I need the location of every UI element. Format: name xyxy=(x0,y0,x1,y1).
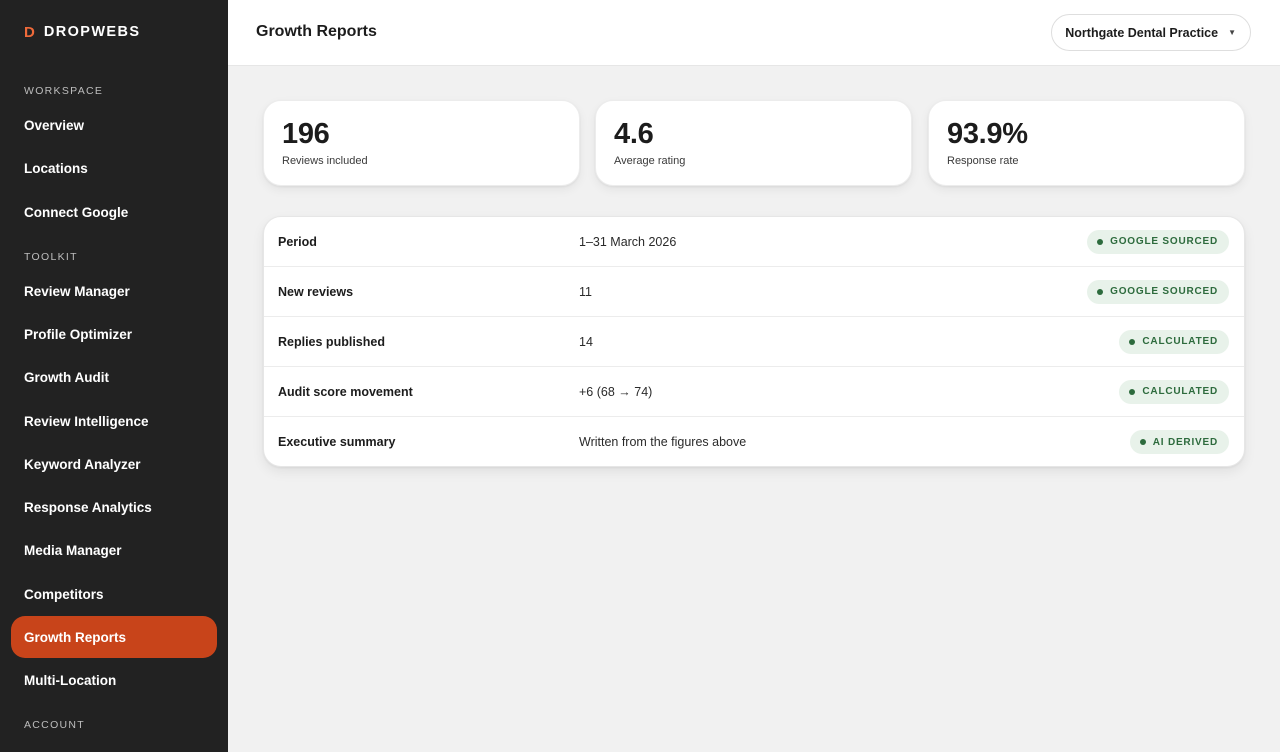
report-table: Period 1–31 March 2026 GOOGLE SOURCED Ne… xyxy=(263,216,1245,467)
row-value: Written from the figures above xyxy=(579,435,747,449)
row-value: 1–31 March 2026 xyxy=(579,234,677,249)
stat-card-reviews-included: 196 Reviews included xyxy=(263,100,580,186)
row-label: Replies published xyxy=(278,334,385,349)
sidebar-item-growth-audit[interactable]: Growth Audit xyxy=(11,356,217,398)
brand-mark: D xyxy=(24,23,35,41)
badge-label: GOOGLE SOURCED xyxy=(1110,236,1218,247)
page-title: Growth Reports xyxy=(256,23,377,40)
row-label: Executive summary xyxy=(278,435,396,449)
stat-card-average-rating: 4.6 Average rating xyxy=(595,100,912,186)
sidebar: D DROPWEBS WORKSPACE Overview Locations … xyxy=(0,0,228,752)
location-select-value: Northgate Dental Practice xyxy=(1065,25,1219,40)
source-badge: CALCULATED xyxy=(1119,329,1229,354)
table-row: Audit score movement +6 (68 → 74) CALCUL… xyxy=(264,367,1244,417)
sidebar-item-overview[interactable]: Overview xyxy=(11,104,217,146)
sidebar-item-profile-optimizer[interactable]: Profile Optimizer xyxy=(11,313,217,355)
app-root: D DROPWEBS WORKSPACE Overview Locations … xyxy=(0,0,1280,752)
status-dot-icon xyxy=(1129,388,1136,395)
section-label-toolkit: TOOLKIT xyxy=(24,251,78,263)
source-badge: AI DERIVED xyxy=(1129,430,1229,454)
stat-label: Average rating xyxy=(614,155,686,167)
stat-label: Response rate xyxy=(947,155,1019,167)
sidebar-item-locations[interactable]: Locations xyxy=(11,147,217,189)
sidebar-item-review-intelligence[interactable]: Review Intelligence xyxy=(11,400,217,442)
stat-card-response-rate: 93.9% Response rate xyxy=(928,100,1245,186)
stat-value: 93.9% xyxy=(947,118,1028,150)
row-label: New reviews xyxy=(278,284,354,299)
row-value: 11 xyxy=(579,284,592,299)
badge-label: CALCULATED xyxy=(1142,386,1218,397)
row-label: Audit score movement xyxy=(278,384,413,399)
sidebar-item-connect-google[interactable]: Connect Google xyxy=(11,191,217,233)
source-badge: GOOGLE SOURCED xyxy=(1087,229,1229,254)
row-value: 14 xyxy=(579,334,593,349)
status-dot-icon xyxy=(1139,439,1146,445)
status-dot-icon xyxy=(1129,338,1136,345)
row-value: +6 (68 → 74) xyxy=(579,384,653,399)
table-row: Period 1–31 March 2026 GOOGLE SOURCED xyxy=(264,217,1244,267)
sidebar-item-keyword-analyzer[interactable]: Keyword Analyzer xyxy=(11,443,217,485)
source-badge: CALCULATED xyxy=(1119,379,1229,404)
table-row: Executive summary Written from the figur… xyxy=(264,417,1244,466)
chevron-down-icon: ▼ xyxy=(1228,28,1236,37)
sidebar-item-competitors[interactable]: Competitors xyxy=(11,573,217,615)
source-badge: GOOGLE SOURCED xyxy=(1087,279,1229,304)
table-row: Replies published 14 CALCULATED xyxy=(264,317,1244,367)
brand-logo[interactable]: D DROPWEBS xyxy=(24,23,140,41)
sidebar-item-review-manager[interactable]: Review Manager xyxy=(11,270,217,312)
table-row: New reviews 11 GOOGLE SOURCED xyxy=(264,267,1244,317)
stat-label: Reviews included xyxy=(282,155,368,167)
badge-label: AI DERIVED xyxy=(1152,436,1218,448)
status-dot-icon xyxy=(1097,288,1104,295)
top-header: Growth Reports Northgate Dental Practice… xyxy=(228,0,1280,66)
sidebar-item-response-analytics[interactable]: Response Analytics xyxy=(11,486,217,528)
location-select[interactable]: Northgate Dental Practice ▼ xyxy=(1051,14,1251,51)
stat-value: 196 xyxy=(282,118,330,150)
sidebar-item-growth-reports[interactable]: Growth Reports xyxy=(11,616,217,658)
stat-value: 4.6 xyxy=(614,118,654,150)
sidebar-item-multi-location[interactable]: Multi-Location xyxy=(11,659,217,701)
section-label-account: ACCOUNT xyxy=(24,719,86,731)
status-dot-icon xyxy=(1097,238,1104,245)
sidebar-item-media-manager[interactable]: Media Manager xyxy=(11,529,217,571)
row-label: Period xyxy=(278,234,317,249)
badge-label: GOOGLE SOURCED xyxy=(1110,286,1218,297)
brand-name: DROPWEBS xyxy=(43,24,141,40)
section-label-workspace: WORKSPACE xyxy=(24,85,104,97)
badge-label: CALCULATED xyxy=(1142,336,1218,347)
